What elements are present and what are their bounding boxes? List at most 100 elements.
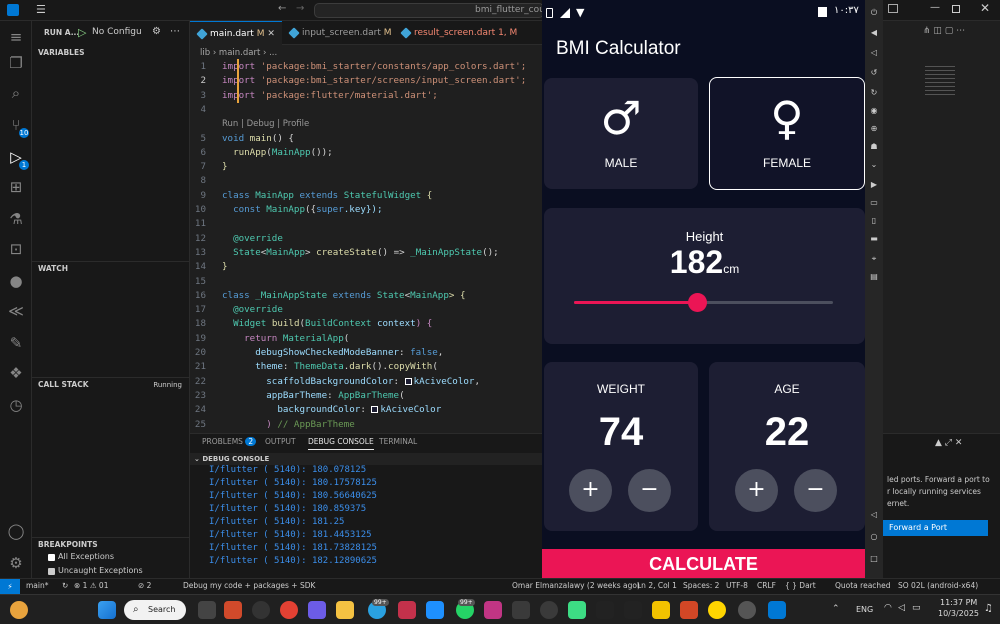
code-line[interactable]: 9 class MainApp extends StatefulWidget {: [190, 189, 542, 203]
vscode-icon[interactable]: [768, 601, 786, 619]
minimize-icon[interactable]: —: [930, 2, 940, 13]
git-blame[interactable]: Omar Elmanzalawy (2 weeks ago): [512, 581, 640, 590]
code-line[interactable]: 19 return MaterialApp(: [190, 332, 542, 346]
source-control-icon[interactable]: ⑂ 10: [6, 115, 29, 138]
weather-icon[interactable]: [10, 601, 28, 619]
android-studio-icon[interactable]: [568, 601, 586, 619]
code-line[interactable]: 15: [190, 275, 542, 289]
display-icon[interactable]: ▭: [869, 198, 879, 208]
code-line[interactable]: 16 class _MainAppState extends State<Main…: [190, 289, 542, 303]
age-minus-button[interactable]: −: [794, 469, 837, 512]
slider-thumb[interactable]: [688, 293, 708, 312]
clock-date[interactable]: 10/3/2025: [938, 609, 979, 618]
config-gear-icon[interactable]: ⚙: [152, 26, 161, 37]
battery-tray-icon[interactable]: ▭: [912, 603, 921, 613]
call-stack-section[interactable]: CALL STACK Running: [32, 377, 190, 391]
extensions-icon[interactable]: ⊞: [6, 177, 26, 197]
code-line[interactable]: 12 @override: [190, 232, 542, 246]
code-line[interactable]: 5 void main() {: [190, 132, 542, 146]
app-icon[interactable]: [624, 601, 642, 619]
timeline-icon[interactable]: ◷: [6, 395, 26, 415]
launch-config-select[interactable]: No Configu: [92, 27, 142, 37]
start-debug-icon[interactable]: ▷: [78, 26, 86, 39]
all-exceptions-checkbox[interactable]: [48, 554, 55, 561]
tab-close-icon[interactable]: ✕: [267, 29, 275, 39]
uncaught-exceptions-checkbox[interactable]: [48, 568, 55, 575]
search-icon[interactable]: ⌕: [6, 83, 26, 103]
code-line[interactable]: 20 debugShowCheckedModeBanner: false,: [190, 346, 542, 360]
forward-arrow-icon[interactable]: →: [296, 3, 304, 14]
github-icon[interactable]: [738, 601, 756, 619]
code-line[interactable]: 11: [190, 217, 542, 231]
wifi-tray-icon[interactable]: ◠: [884, 603, 892, 613]
volume-up-icon[interactable]: ◀: [869, 28, 879, 38]
flutter-icon[interactable]: ≪: [6, 301, 26, 321]
input-language[interactable]: ENG: [856, 605, 873, 614]
instagram-icon[interactable]: [484, 601, 502, 619]
editor-actions-icon[interactable]: ⋔ ◫ ▢ ⋯: [923, 26, 965, 36]
code-line[interactable]: 22 scaffoldBackgroundColor: kAciveColor,: [190, 375, 542, 389]
code-line[interactable]: 3 import 'package:flutter/material.dart';: [190, 89, 542, 103]
command-center-search[interactable]: bmi_flutter_course: [314, 3, 544, 18]
rotate-right-icon[interactable]: ↻: [869, 88, 879, 98]
code-line[interactable]: 2 import 'package:bmi_starter/screens/inp…: [190, 74, 542, 88]
folder-icon[interactable]: ▬: [869, 234, 879, 244]
tray-chevron-icon[interactable]: ⌃: [832, 604, 840, 614]
calculate-button[interactable]: CALCULATE: [542, 549, 865, 578]
code-line[interactable]: 17 @override: [190, 303, 542, 317]
chatgpt-icon[interactable]: [252, 601, 270, 619]
encoding[interactable]: UTF-8: [726, 581, 748, 590]
office-icon[interactable]: [224, 601, 242, 619]
variables-section[interactable]: VARIABLES: [32, 46, 190, 60]
female-card[interactable]: ♀ FEMALE: [709, 77, 865, 190]
code-line[interactable]: 25 ) // AppBarTheme: [190, 418, 542, 432]
panel-controls-icon[interactable]: ▲ ⤢ ✕: [935, 438, 962, 448]
notification-bell-icon[interactable]: ♫: [984, 603, 993, 614]
taskbar-search[interactable]: ⌕ Search: [124, 600, 186, 620]
age-plus-button[interactable]: +: [735, 469, 778, 512]
tab-terminal[interactable]: TERMINAL: [379, 434, 417, 450]
settings-icon[interactable]: ▤: [869, 272, 879, 282]
weight-minus-button[interactable]: −: [628, 469, 671, 512]
line-ending[interactable]: CRLF: [757, 581, 776, 590]
code-line[interactable]: 13 State<MainApp> createState() => _Main…: [190, 246, 542, 260]
problems-indicator[interactable]: ⊗ 1 ⚠ 01: [74, 581, 108, 590]
pen-icon[interactable]: ✎: [6, 333, 26, 353]
male-card[interactable]: ♂ MALE: [544, 78, 698, 189]
minimap[interactable]: [925, 66, 955, 96]
github-icon[interactable]: ●: [6, 271, 26, 291]
app-icon[interactable]: [398, 601, 416, 619]
code-line[interactable]: 23 appBarTheme: AppBarTheme(: [190, 389, 542, 403]
menu-icon[interactable]: ☰: [36, 3, 46, 16]
explorer-icon[interactable]: ❐: [6, 53, 26, 73]
app-icon[interactable]: [512, 601, 530, 619]
task-view-icon[interactable]: [198, 601, 216, 619]
github-desktop-icon[interactable]: [540, 601, 558, 619]
tab-result-screen[interactable]: result_screen.dart 1, M: [394, 21, 542, 45]
zoom-icon[interactable]: ⊕: [869, 124, 879, 134]
cursor-position[interactable]: Ln 2, Col 1: [637, 581, 677, 590]
file-explorer-icon[interactable]: [336, 601, 354, 619]
power-icon[interactable]: ⏻: [869, 8, 879, 18]
account-icon[interactable]: ◯: [6, 521, 26, 541]
copilot-quota[interactable]: Quota reached: [835, 581, 891, 590]
app-icon[interactable]: [596, 601, 614, 619]
code-line[interactable]: 24 backgroundColor: kAciveColor: [190, 403, 542, 417]
watch-section[interactable]: WATCH: [32, 261, 190, 275]
back-nav-icon[interactable]: ◁: [869, 510, 879, 520]
code-line[interactable]: 6 runApp(MainApp());: [190, 146, 542, 160]
remote-indicator-icon[interactable]: ⚡: [0, 579, 20, 594]
color-swatch[interactable]: [404, 377, 412, 385]
more-actions-icon[interactable]: ⋯: [170, 26, 180, 37]
powerpoint-icon[interactable]: [680, 601, 698, 619]
clock-time[interactable]: 11:37 PM: [940, 598, 977, 607]
code-line[interactable]: 4: [190, 103, 542, 117]
phone-icon[interactable]: ▯: [869, 216, 879, 226]
tab-main-dart[interactable]: main.dart M ✕: [190, 21, 282, 45]
debug-mode[interactable]: Debug my code + packages + SDK: [183, 581, 315, 590]
hamburger-icon[interactable]: ≡: [6, 27, 26, 47]
home-nav-icon[interactable]: ○: [869, 532, 879, 542]
copilot-icon[interactable]: [308, 601, 326, 619]
app-icon[interactable]: [652, 601, 670, 619]
sync-icon[interactable]: ↻: [62, 581, 68, 590]
